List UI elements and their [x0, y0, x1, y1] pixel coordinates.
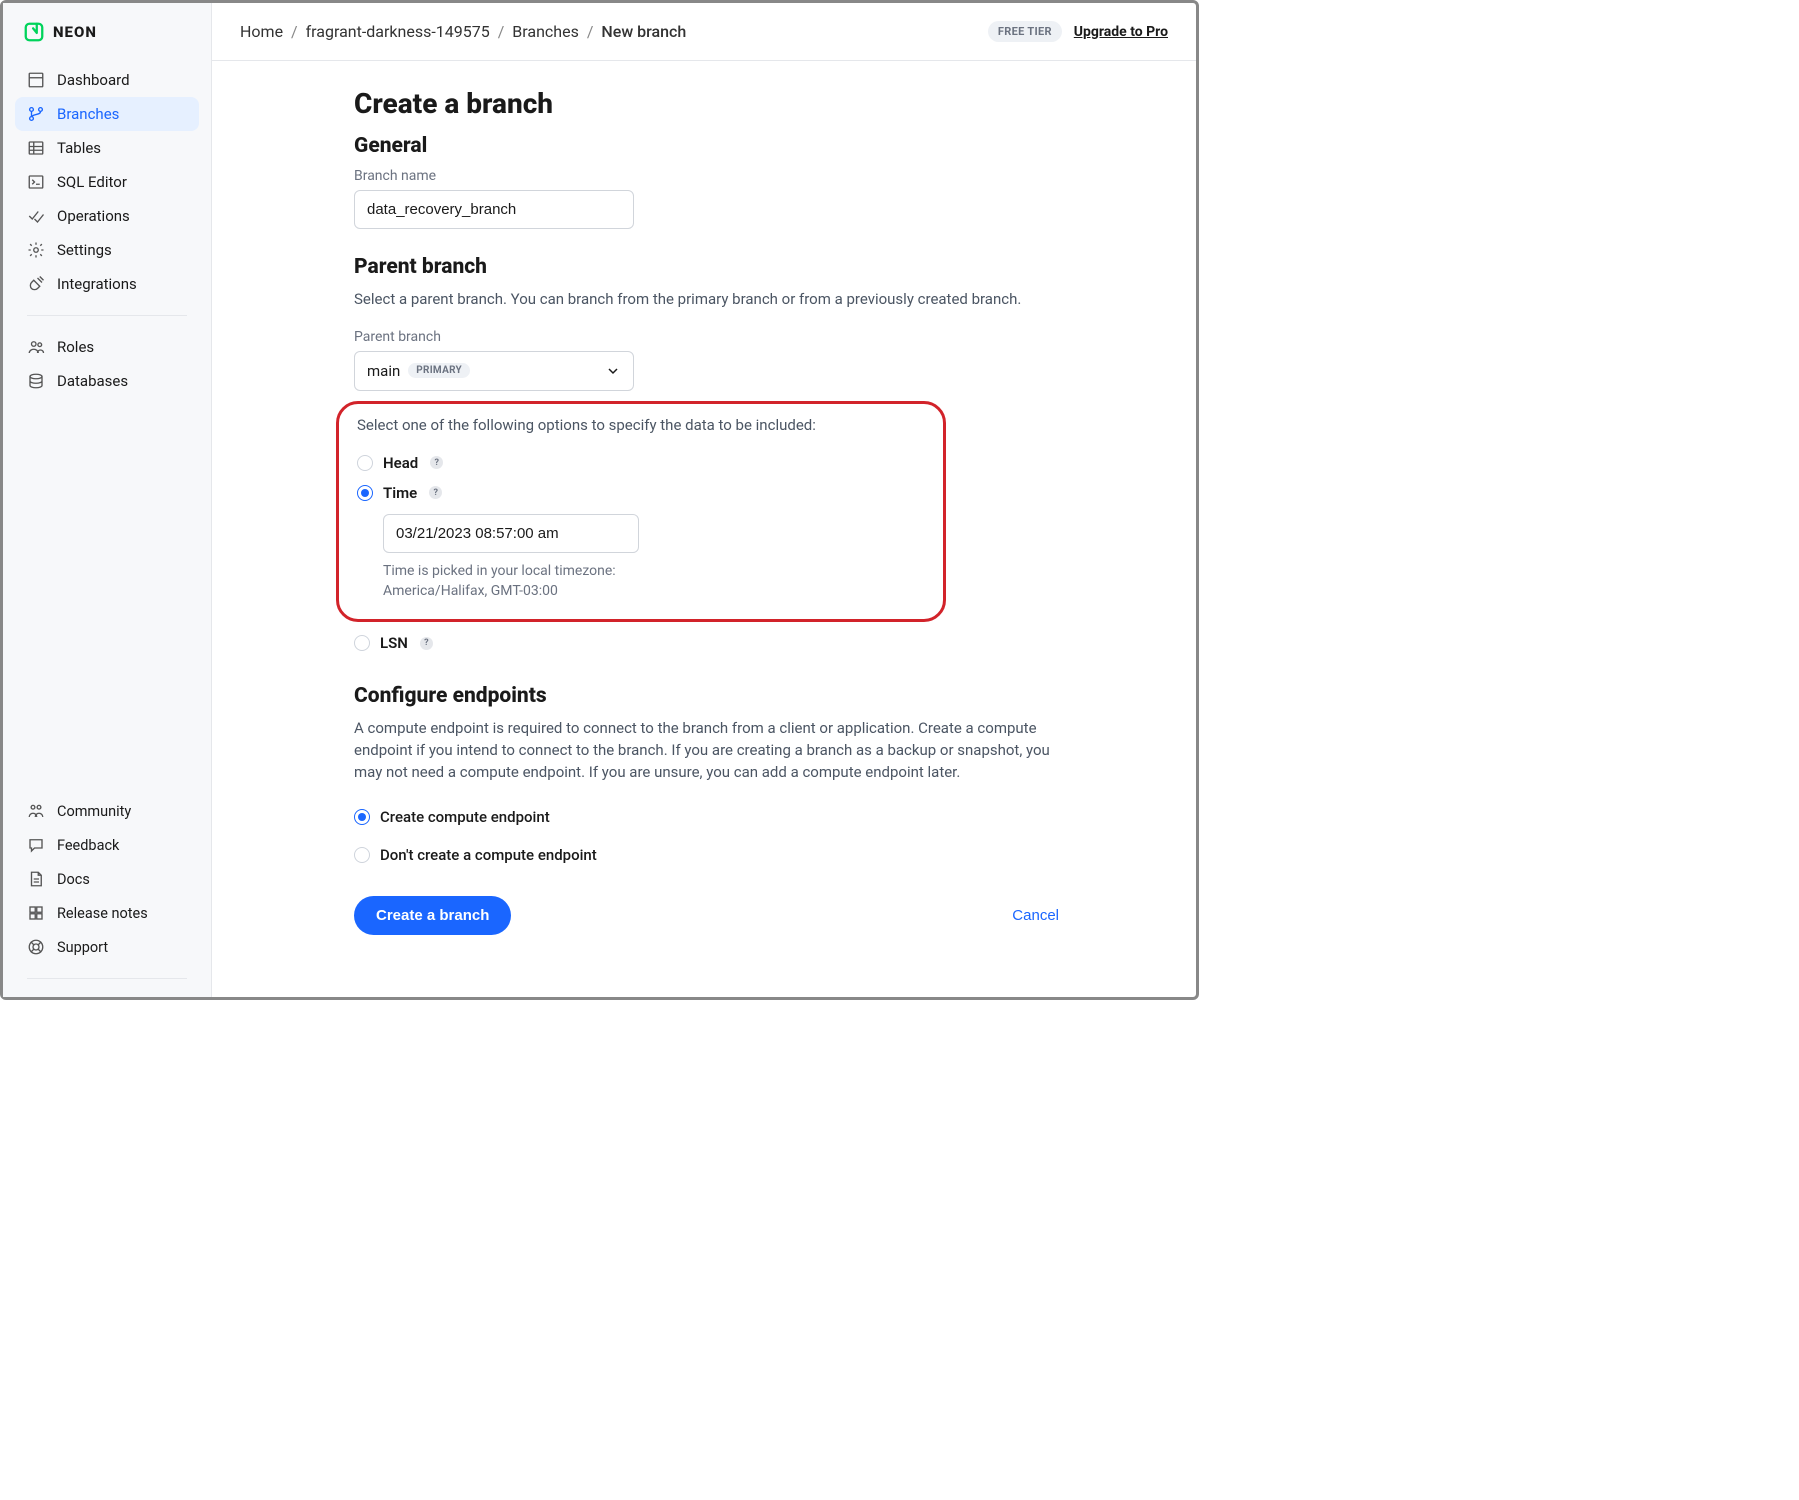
file-icon: [27, 870, 45, 888]
radio-icon: [354, 847, 370, 863]
top-bar: Home / fragrant-darkness-149575 / Branch…: [212, 3, 1196, 61]
sidebar-item-label: Tables: [57, 139, 101, 157]
sidebar-item-docs[interactable]: Docs: [15, 862, 199, 896]
sidebar: NEON Dashboard Branches Tables SQL Edito…: [3, 3, 212, 997]
sidebar-item-feedback[interactable]: Feedback: [15, 828, 199, 862]
database-icon: [27, 372, 45, 390]
timezone-note: Time is picked in your local timezone: A…: [383, 561, 925, 602]
parent-branch-value: main: [367, 362, 400, 380]
nav-divider: [27, 315, 187, 316]
radio-icon: [357, 485, 373, 501]
parent-heading: Parent branch: [354, 255, 1059, 279]
radio-label: Don't create a compute endpoint: [380, 846, 597, 864]
sidebar-item-label: Integrations: [57, 275, 137, 293]
nav-main: Dashboard Branches Tables SQL Editor Ope…: [3, 57, 211, 307]
parent-label: Parent branch: [354, 329, 1059, 345]
radio-no-endpoint[interactable]: Don't create a compute endpoint: [354, 840, 1059, 870]
radio-time[interactable]: Time ?: [357, 478, 925, 508]
page-title: Create a branch: [354, 87, 1059, 120]
sidebar-item-label: SQL Editor: [57, 173, 127, 191]
help-icon[interactable]: ?: [420, 637, 433, 650]
radio-label: LSN: [380, 634, 408, 652]
radio-label: Time: [383, 484, 417, 502]
sidebar-item-settings[interactable]: Settings: [15, 233, 199, 267]
sidebar-item-operations[interactable]: Operations: [15, 199, 199, 233]
radio-icon: [357, 455, 373, 471]
sidebar-item-tables[interactable]: Tables: [15, 131, 199, 165]
plug-icon: [27, 275, 45, 293]
sidebar-item-label: Settings: [57, 241, 112, 259]
users-icon: [27, 338, 45, 356]
sidebar-item-label: Databases: [57, 372, 128, 390]
upgrade-link[interactable]: Upgrade to Pro: [1074, 24, 1168, 40]
sidebar-item-label: Support: [57, 939, 108, 956]
sidebar-item-community[interactable]: Community: [15, 794, 199, 828]
grid-icon: [27, 904, 45, 922]
brand-logo[interactable]: NEON: [3, 21, 211, 57]
general-heading: General: [354, 134, 1059, 158]
radio-icon: [354, 809, 370, 825]
parent-desc: Select a parent branch. You can branch f…: [354, 289, 1059, 311]
sidebar-item-label: Dashboard: [57, 71, 130, 89]
radio-head[interactable]: Head ?: [357, 448, 925, 478]
sidebar-item-label: Operations: [57, 207, 130, 225]
terminal-icon: [27, 173, 45, 191]
data-prompt: Select one of the following options to s…: [357, 416, 925, 434]
gear-icon: [27, 241, 45, 259]
sidebar-item-label: Release notes: [57, 905, 148, 922]
help-icon[interactable]: ?: [430, 456, 443, 469]
tier-badge: FREE TIER: [988, 21, 1062, 42]
sidebar-item-branches[interactable]: Branches: [15, 97, 199, 131]
sidebar-item-roles[interactable]: Roles: [15, 330, 199, 364]
sidebar-item-sql-editor[interactable]: SQL Editor: [15, 165, 199, 199]
cancel-button[interactable]: Cancel: [1012, 907, 1059, 924]
sidebar-item-label: Roles: [57, 338, 94, 356]
sidebar-item-label: Branches: [57, 105, 119, 123]
help-icon[interactable]: ?: [429, 486, 442, 499]
nav-bottom: Community Feedback Docs Release notes Su…: [3, 788, 211, 970]
breadcrumb-branches[interactable]: Branches: [512, 22, 579, 41]
neon-logo-icon: [23, 21, 45, 43]
lifebuoy-icon: [27, 938, 45, 956]
sidebar-item-label: Community: [57, 803, 131, 820]
community-icon: [27, 802, 45, 820]
breadcrumb-home[interactable]: Home: [240, 22, 283, 41]
parent-branch-select[interactable]: main PRIMARY: [354, 351, 634, 391]
branch-name-label: Branch name: [354, 168, 1059, 184]
chevron-down-icon: [605, 363, 621, 379]
nav-secondary: Roles Databases: [3, 324, 211, 404]
radio-icon: [354, 635, 370, 651]
message-icon: [27, 836, 45, 854]
breadcrumb: Home / fragrant-darkness-149575 / Branch…: [240, 22, 686, 41]
git-branch-icon: [27, 105, 45, 123]
check-double-icon: [27, 207, 45, 225]
sidebar-item-label: Docs: [57, 871, 90, 888]
endpoints-heading: Configure endpoints: [354, 684, 1059, 708]
sidebar-item-dashboard[interactable]: Dashboard: [15, 63, 199, 97]
sidebar-item-support[interactable]: Support: [15, 930, 199, 964]
breadcrumb-project[interactable]: fragrant-darkness-149575: [306, 22, 490, 41]
radio-create-endpoint[interactable]: Create compute endpoint: [354, 802, 1059, 832]
layout-icon: [27, 71, 45, 89]
branch-name-input[interactable]: [354, 190, 634, 229]
create-branch-button[interactable]: Create a branch: [354, 896, 511, 935]
brand-name: NEON: [53, 23, 97, 41]
nav-divider: [27, 978, 187, 979]
sidebar-item-release-notes[interactable]: Release notes: [15, 896, 199, 930]
time-input[interactable]: [383, 514, 639, 553]
sidebar-item-integrations[interactable]: Integrations: [15, 267, 199, 301]
data-selection-highlight: Select one of the following options to s…: [336, 401, 946, 623]
primary-badge: PRIMARY: [408, 363, 470, 378]
sidebar-item-label: Feedback: [57, 837, 119, 854]
sidebar-item-databases[interactable]: Databases: [15, 364, 199, 398]
breadcrumb-current: New branch: [601, 22, 686, 41]
table-icon: [27, 139, 45, 157]
radio-label: Create compute endpoint: [380, 808, 550, 826]
radio-lsn[interactable]: LSN ?: [354, 628, 1059, 658]
endpoints-desc: A compute endpoint is required to connec…: [354, 718, 1059, 783]
radio-label: Head: [383, 454, 418, 472]
